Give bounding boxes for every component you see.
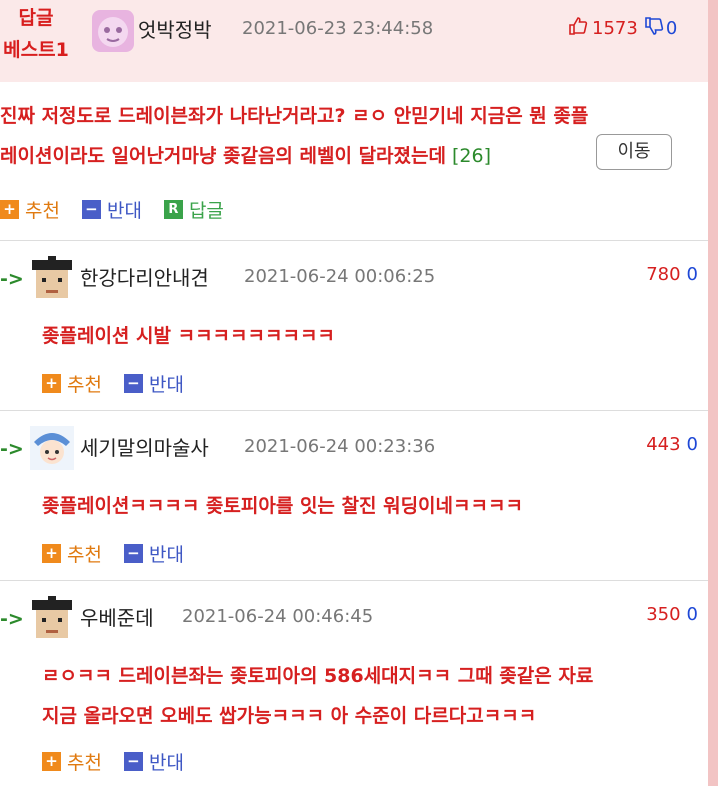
recommend-button[interactable]: + 추천 — [42, 540, 102, 567]
oppose-label: 반대 — [148, 752, 184, 774]
thumbs-up-icon[interactable] — [568, 16, 588, 41]
recommend-label: 추천 — [25, 200, 60, 222]
best-body-line1: 진짜 저정도로 드레이븐좌가 나타난거라고? ㄹㅇ 안믿기네 지금은 뭔 좆플 — [0, 105, 589, 127]
nickname[interactable]: 한강다리안내견 — [80, 262, 209, 291]
best-body-line2: 레이션이라도 일어난거마냥 좆같음의 레벨이 달라졌는데 — [0, 145, 446, 167]
oppose-button[interactable]: − 반대 — [123, 540, 184, 567]
recommend-label: 추천 — [67, 544, 102, 566]
divider — [0, 580, 708, 581]
plus-icon: + — [0, 200, 19, 219]
minus-icon: − — [81, 200, 101, 219]
minus-icon: − — [123, 752, 143, 771]
best-badge-line1: 답글 — [18, 7, 54, 29]
thumbs-down-icon[interactable] — [644, 16, 664, 41]
recommend-button[interactable]: + 추천 — [0, 196, 60, 223]
downvote-count: 0 — [665, 18, 678, 39]
best-reply-header: 답글 베스트1 엇박정박 2021-06-23 23:44:58 1573 0 — [0, 0, 708, 82]
upvote-count: 1573 — [592, 18, 638, 39]
comment-item: -> 세기말의마술사 2021-06-24 00:23:36 443 0 좆플레이… — [0, 422, 708, 578]
recommend-label: 추천 — [67, 752, 102, 774]
best-badge: 답글 베스트1 — [0, 2, 72, 66]
nickname[interactable]: 우베준데 — [80, 602, 154, 631]
plus-icon: + — [42, 544, 61, 563]
minus-icon: − — [123, 374, 143, 393]
comment-line: 좆플레이션 시발 ㅋㅋㅋㅋㅋㅋㅋㅋㅋ — [42, 325, 335, 347]
best-reply-body: 진짜 저정도로 드레이븐좌가 나타난거라고? ㄹㅇ 안믿기네 지금은 뭔 좆플 … — [0, 96, 700, 176]
timestamp: 2021-06-24 00:46:45 — [182, 606, 374, 627]
timestamp: 2021-06-23 23:44:58 — [242, 18, 434, 39]
recommend-label: 추천 — [67, 374, 102, 396]
divider — [0, 410, 708, 411]
nickname[interactable]: 엇박정박 — [138, 14, 212, 43]
comment-action-row: + 추천 − 반대 — [42, 540, 206, 567]
comment-line: 좆플레이션ㅋㅋㅋㅋ 좆토피아를 잇는 찰진 워딩이네ㅋㅋㅋㅋ — [42, 495, 523, 517]
downvote-count: 0 — [686, 264, 698, 285]
vote-counts: 443 0 — [646, 434, 698, 455]
comment-line: ㄹㅇㅋㅋ 드레이븐좌는 좆토피아의 586세대지ㅋㅋ 그때 좆같은 자료 — [42, 665, 594, 687]
reply-arrow-icon: -> — [0, 268, 24, 290]
comment-body: ㄹㅇㅋㅋ 드레이븐좌는 좆토피아의 586세대지ㅋㅋ 그때 좆같은 자료 지금 … — [42, 656, 702, 736]
comment-body: 좆플레이션ㅋㅋㅋㅋ 좆토피아를 잇는 찰진 워딩이네ㅋㅋㅋㅋ — [42, 486, 702, 526]
reply-icon: R — [163, 200, 183, 219]
oppose-label: 반대 — [148, 374, 184, 396]
downvote-count: 0 — [686, 604, 698, 625]
comment-line: 지금 올라오면 오베도 쌉가능ㅋㅋㅋ 아 수준이 다르다고ㅋㅋㅋ — [42, 705, 537, 727]
plus-icon: + — [42, 374, 61, 393]
upvote-count: 350 — [646, 604, 681, 625]
divider — [0, 240, 708, 241]
right-scroll-edge — [708, 0, 718, 786]
minus-icon: − — [123, 544, 143, 563]
recommend-button[interactable]: + 추천 — [42, 370, 102, 397]
oppose-label: 반대 — [106, 200, 142, 222]
avatar[interactable] — [30, 256, 74, 300]
vote-counts: 780 0 — [646, 264, 698, 285]
best-action-row: + 추천 − 반대 R 답글 — [0, 196, 246, 223]
plus-icon: + — [42, 752, 61, 771]
best-badge-line2: 베스트1 — [3, 39, 69, 61]
best-body-line2-row: 레이션이라도 일어난거마냥 좆같음의 레벨이 달라졌는데 [26] — [0, 136, 700, 176]
avatar[interactable] — [30, 426, 74, 470]
recommend-button[interactable]: + 추천 — [42, 748, 102, 775]
avatar[interactable] — [92, 10, 134, 52]
reply-count-link[interactable]: [26] — [452, 136, 491, 176]
comment-body: 좆플레이션 시발 ㅋㅋㅋㅋㅋㅋㅋㅋㅋ — [42, 316, 702, 356]
comment-item: -> 우베준데 2021-06-24 00:46:45 350 0 ㄹㅇㅋㅋ 드레… — [0, 592, 708, 786]
comment-item: -> 한강다리안내견 2021-06-24 00:06:25 780 0 좆플레이… — [0, 252, 708, 408]
oppose-button[interactable]: − 반대 — [123, 370, 184, 397]
upvote-count: 780 — [646, 264, 681, 285]
move-button[interactable]: 이동 — [596, 134, 672, 170]
oppose-button[interactable]: − 반대 — [81, 196, 142, 223]
reply-arrow-icon: -> — [0, 608, 24, 630]
vote-counts: 350 0 — [646, 604, 698, 625]
reply-label: 답글 — [188, 200, 224, 222]
upvote-count: 443 — [646, 434, 681, 455]
comment-action-row: + 추천 − 반대 — [42, 748, 206, 775]
oppose-button[interactable]: − 반대 — [123, 748, 184, 775]
reply-button[interactable]: R 답글 — [163, 196, 224, 223]
timestamp: 2021-06-24 00:23:36 — [244, 436, 436, 457]
reply-arrow-icon: -> — [0, 438, 24, 460]
vote-counts: 1573 0 — [568, 16, 677, 41]
comment-action-row: + 추천 − 반대 — [42, 370, 206, 397]
downvote-count: 0 — [686, 434, 698, 455]
timestamp: 2021-06-24 00:06:25 — [244, 266, 436, 287]
avatar[interactable] — [30, 596, 74, 640]
oppose-label: 반대 — [148, 544, 184, 566]
nickname[interactable]: 세기말의마술사 — [80, 432, 209, 461]
